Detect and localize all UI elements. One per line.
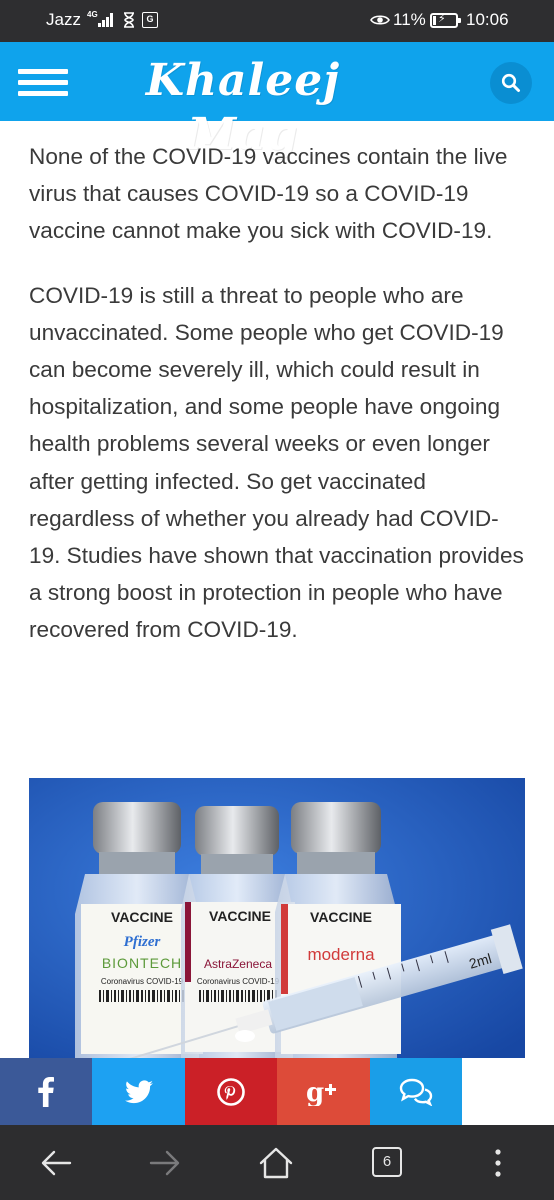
search-button[interactable] [490,62,532,104]
article-paragraph: COVID-19 is still a threat to people who… [29,282,524,643]
eye-comfort-icon [370,15,390,25]
site-logo[interactable]: Khaleej Mag [98,54,388,160]
svg-text:VACCINE: VACCINE [209,908,271,924]
search-icon [501,73,520,92]
browser-nav-bar: 6 [0,1125,554,1200]
svg-text:moderna: moderna [307,945,375,964]
facebook-icon [38,1076,55,1107]
share-twitter-button[interactable] [92,1058,185,1125]
more-vertical-icon[interactable] [478,1143,518,1183]
share-facebook-button[interactable] [0,1058,93,1125]
clock: 10:06 [466,10,509,29]
svg-text:Coronavirus COVID-19: Coronavirus COVID-19 [197,977,280,986]
back-arrow-icon[interactable] [36,1143,76,1183]
svg-text:g: g [306,1078,324,1106]
svg-text:VACCINE: VACCINE [310,909,372,925]
translate-icon: G [142,12,158,28]
hamburger-menu-icon[interactable] [18,66,68,98]
hourglass-icon [124,12,134,28]
social-share-bar: g [0,1058,462,1125]
svg-text:Coronavirus COVID-19: Coronavirus COVID-19 [101,977,184,986]
google-plus-icon: g [306,1078,337,1106]
share-messages-button[interactable] [369,1058,462,1125]
twitter-icon [124,1079,153,1103]
forward-arrow-icon[interactable] [145,1143,185,1183]
vaccine-photo: VACCINE Pfizer BIONTECH Coronavirus COVI… [29,778,525,1058]
battery-percent: 11% [393,10,426,29]
vaccine-vials-image[interactable]: VACCINE Pfizer BIONTECH Coronavirus COVI… [29,778,525,1058]
carrier-name: Jazz [46,10,81,29]
network-type: 4G [87,10,98,19]
pinterest-icon [217,1077,245,1106]
home-icon[interactable] [256,1143,296,1183]
vial-label: VACCINE [111,909,173,925]
site-header: Khaleej Mag [0,42,554,160]
share-pinterest-button[interactable] [184,1058,278,1125]
svg-text:BIONTECH: BIONTECH [102,955,182,971]
svg-text:Pfizer: Pfizer [124,934,161,950]
article-body: None of the COVID-19 vaccines contain th… [29,138,529,676]
battery-icon: ⚡ [430,13,461,28]
status-bar: Jazz 4G G 11% ⚡ 10:06 [0,0,554,42]
article-paragraph: None of the COVID-19 vaccines contain th… [29,144,508,244]
signal-icon [98,13,116,27]
chat-bubbles-icon [399,1078,432,1106]
share-google-plus-button[interactable]: g [277,1058,370,1125]
svg-text:AstraZeneca: AstraZeneca [204,957,272,971]
tabs-icon[interactable]: 6 [372,1147,402,1177]
